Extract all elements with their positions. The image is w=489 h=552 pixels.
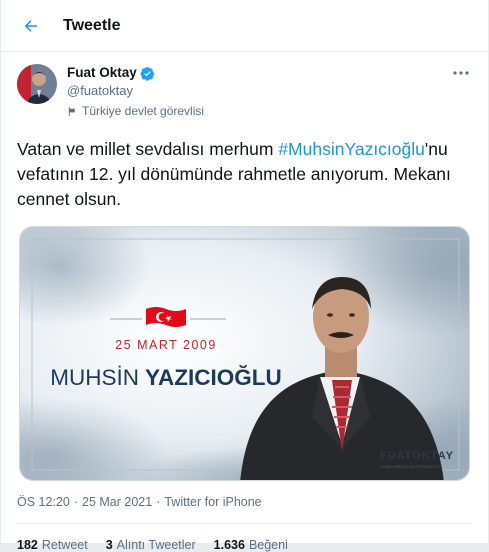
retweets-stat[interactable]: 182 Retweet	[17, 538, 88, 552]
tweet-text-part: Vatan ve millet sevdalısı merhum	[17, 139, 279, 159]
tweet-text: Vatan ve millet sevdalısı merhum #Muhsin…	[1, 137, 488, 212]
retweets-label: Retweet	[41, 538, 88, 552]
meta-separator: ·	[156, 495, 161, 509]
quote-tweets-label: Alıntı Tweetler	[116, 538, 196, 552]
tweet-stats: 182 Retweet 3 Alıntı Tweetler 1.636 Beğe…	[1, 538, 488, 552]
meta-separator: ·	[73, 495, 78, 509]
hashtag-link[interactable]: #MuhsinYazıcıoğlu	[278, 139, 425, 159]
author-handle[interactable]: @fuatoktay	[67, 82, 204, 100]
back-button[interactable]	[15, 10, 47, 42]
flag-icon	[68, 106, 76, 116]
image-brand-sub: CUMHURBAŞKANI YARDIMCISI	[380, 464, 439, 469]
image-name-last: YAZICIOĞLU	[145, 365, 282, 390]
government-label-text: Türkiye devlet görevlisi	[82, 104, 205, 118]
image-brand: FUATOKTAY	[380, 450, 454, 462]
tweet-meta: ÖS 12:20 · 25 Mar 2021 · Twitter for iPh…	[1, 495, 488, 509]
quote-tweets-count: 3	[105, 538, 113, 552]
tweet-source[interactable]: Twitter for iPhone	[164, 495, 261, 509]
more-options-icon	[453, 71, 469, 75]
divider	[17, 523, 472, 524]
tweet-author: Fuat Oktay @fuatoktay Türkiye devlet gör…	[1, 52, 488, 120]
government-label: Türkiye devlet görevlisi	[67, 102, 204, 120]
image-date: 25 MART 2009	[115, 338, 217, 352]
image-name: MUHSİN YAZICIOĞLU	[50, 365, 281, 390]
author-name[interactable]: Fuat Oktay	[67, 64, 137, 82]
arrow-left-icon	[24, 19, 37, 32]
likes-count: 1.636	[213, 538, 245, 552]
more-options-button[interactable]	[450, 64, 472, 82]
tweet-page: Tweetle Fuat Oktay @fuatoktay Türkiye de…	[0, 0, 489, 552]
image-name-first: MUHSİN	[50, 365, 139, 390]
page-header: Tweetle	[1, 0, 488, 52]
verified-badge-icon	[140, 66, 155, 81]
tweet-time[interactable]: ÖS 12:20	[17, 495, 70, 509]
retweets-count: 182	[17, 538, 38, 552]
avatar[interactable]	[17, 64, 57, 104]
quote-tweets-stat[interactable]: 3 Alıntı Tweetler	[106, 538, 196, 552]
tweet-image[interactable]: 25 MART 2009 MUHSİN YAZICIOĞLU FUATOKTAY …	[19, 226, 470, 481]
likes-stat[interactable]: 1.636 Beğeni	[214, 538, 288, 552]
page-title: Tweetle	[63, 16, 121, 34]
tweet-date[interactable]: 25 Mar 2021	[82, 495, 152, 509]
likes-label: Beğeni	[248, 538, 288, 552]
